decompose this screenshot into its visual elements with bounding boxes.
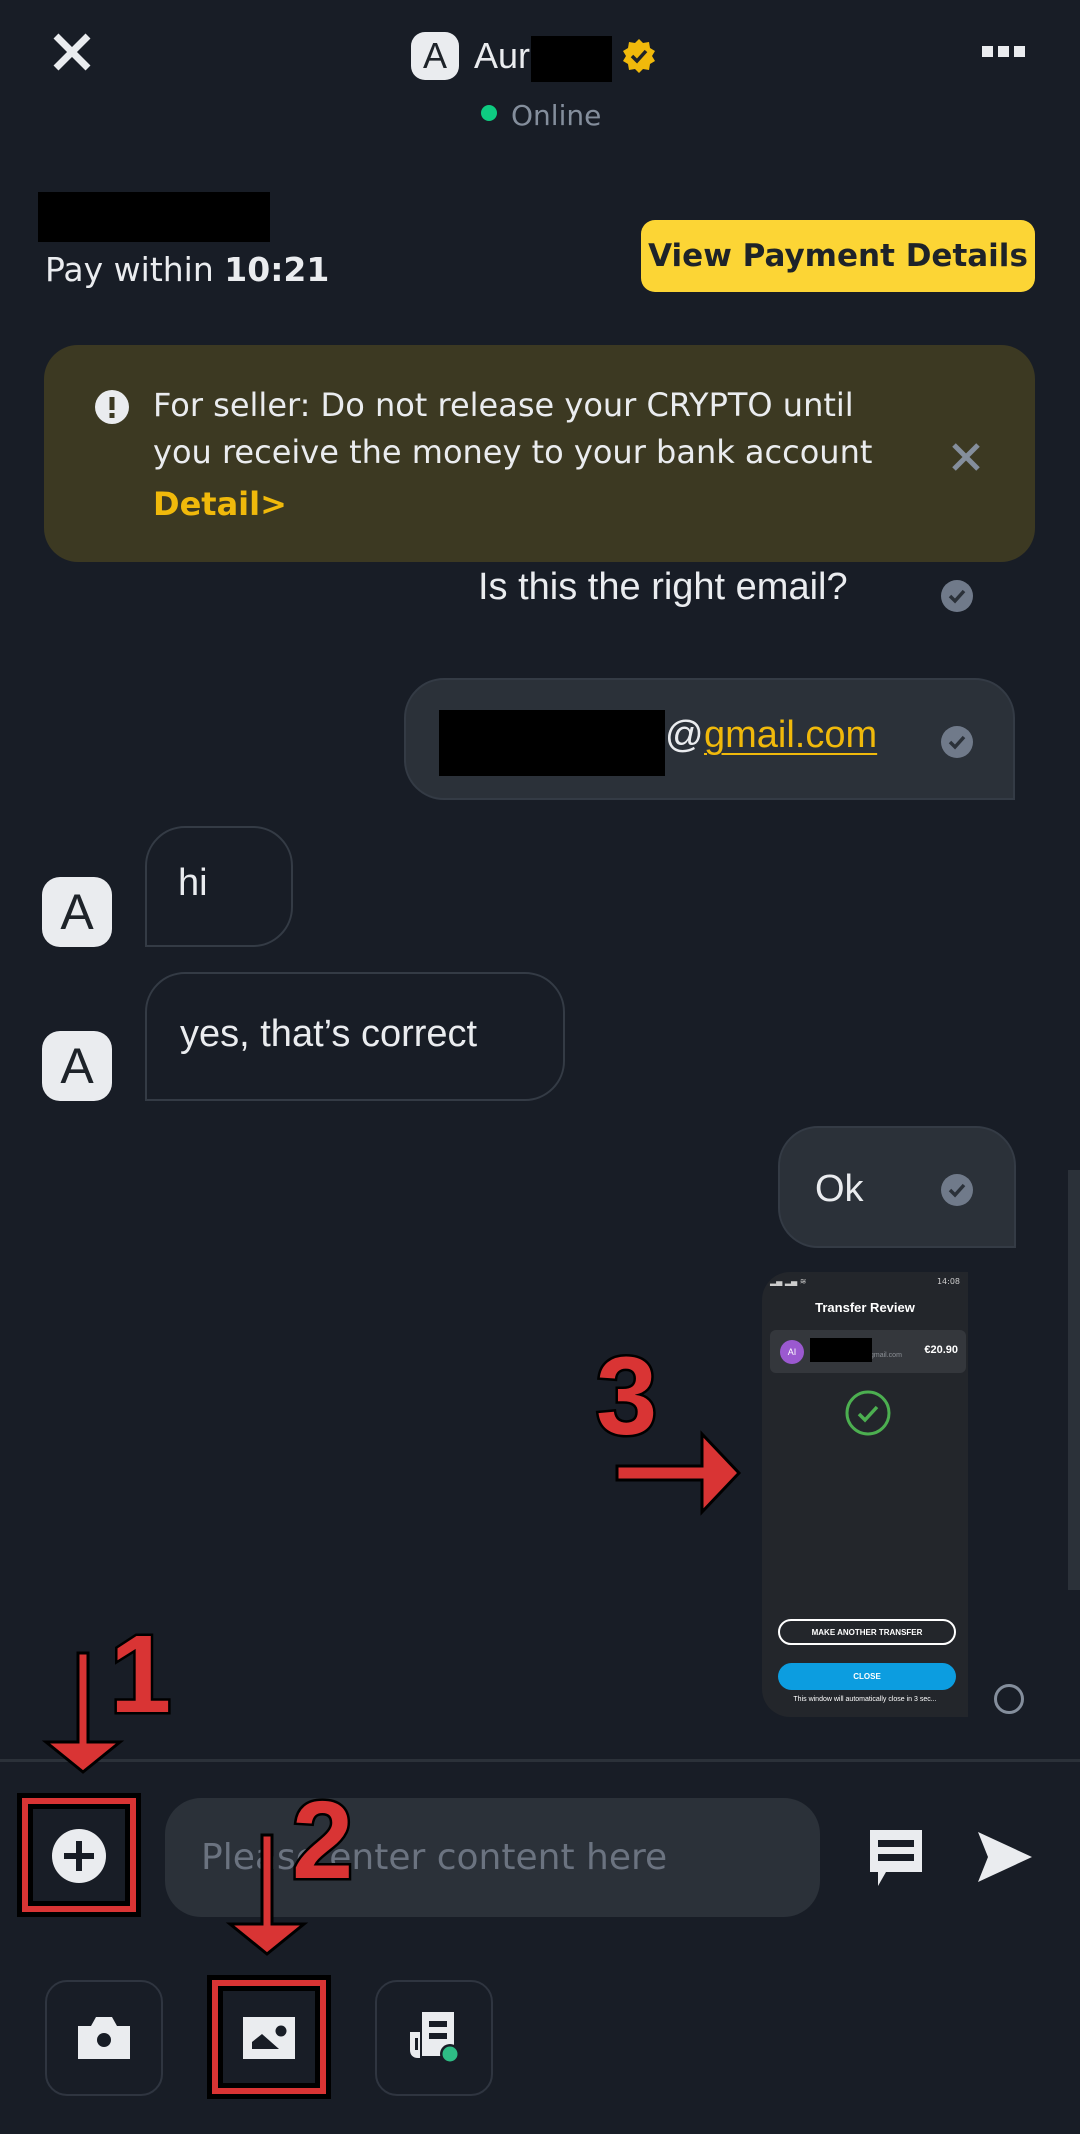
file-upload-button[interactable]	[375, 1980, 493, 2096]
quick-reply-button[interactable]	[868, 1828, 924, 1888]
sending-spinner-icon	[994, 1684, 1024, 1714]
close-icon	[952, 443, 980, 471]
close-icon	[53, 33, 91, 71]
message-bubble-incoming	[145, 826, 293, 947]
alert-icon	[95, 390, 129, 424]
warning-text: For seller: Do not release your CRYPTO u…	[153, 386, 873, 471]
message-text: yes, that’s correct	[180, 1013, 478, 1055]
more-button[interactable]	[982, 42, 1030, 60]
annotation-arrow-right-icon	[615, 1430, 742, 1516]
camera-button[interactable]	[45, 1980, 163, 2096]
make-another-transfer-button: MAKE ANOTHER TRANSFER	[778, 1619, 956, 1645]
annotation-arrow-down-icon	[225, 1833, 309, 1956]
read-check-icon	[941, 580, 973, 612]
warning-detail-link[interactable]: Detail>	[153, 481, 287, 528]
email-domain-link[interactable]: gmail.com	[704, 714, 877, 757]
annotation-arrow-down-icon	[41, 1651, 125, 1774]
message-text: Ok	[815, 1168, 864, 1210]
chat-icon	[870, 1830, 922, 1886]
image-message-transfer-screenshot[interactable]: ▂▄ ▂▄ ≋ 14:08 Transfer Review AI gmail.c…	[762, 1272, 968, 1717]
sender-avatar: A	[42, 877, 112, 947]
email-at-sign: @	[665, 714, 704, 756]
close-transfer-button: CLOSE	[778, 1663, 956, 1690]
view-payment-details-button[interactable]: View Payment Details	[641, 220, 1035, 292]
redacted-name	[531, 36, 612, 82]
screenshot-time: 14:08	[936, 1277, 960, 1286]
online-status-dot	[481, 105, 497, 121]
recipient-email: gmail.com	[870, 1352, 902, 1359]
redacted-order-info	[38, 192, 270, 242]
more-icon-dot	[998, 45, 1009, 57]
success-check-icon	[844, 1389, 892, 1437]
message-bubble-outgoing	[778, 1126, 1016, 1248]
message-text: Is this the right email?	[478, 566, 848, 608]
chat-scrollbar[interactable]	[1068, 1170, 1080, 1590]
sender-avatar: A	[42, 1031, 112, 1101]
online-status: Online	[511, 99, 602, 132]
annotation-box-plus	[17, 1793, 141, 1917]
more-icon-dot	[1014, 45, 1025, 57]
signal-icons: ▂▄ ▂▄ ≋	[770, 1277, 807, 1286]
countdown: 10:21	[224, 250, 330, 289]
recipient-avatar: AI	[780, 1340, 804, 1364]
message-text: hi	[178, 862, 208, 904]
file-icon	[410, 2012, 460, 2064]
redacted-email-user	[439, 710, 665, 776]
close-button[interactable]	[50, 30, 94, 74]
transfer-amount: €20.90	[924, 1344, 958, 1356]
dismiss-warning-button[interactable]	[946, 437, 986, 477]
read-check-icon	[941, 1174, 973, 1206]
counterparty-name: Aur	[474, 35, 531, 76]
verified-badge-icon	[621, 38, 657, 74]
read-check-icon	[941, 726, 973, 758]
counterparty-avatar: A	[411, 32, 459, 80]
pay-within-label: Pay within	[45, 250, 214, 289]
screenshot-status-bar: ▂▄ ▂▄ ≋ 14:08	[770, 1277, 960, 1286]
annotation-box-image	[207, 1975, 331, 2099]
screenshot-title: Transfer Review	[815, 1300, 915, 1315]
redacted-recipient	[810, 1338, 872, 1362]
more-icon	[982, 45, 993, 57]
send-button[interactable]	[976, 1830, 1034, 1884]
pay-within-timer: Pay within 10:21	[45, 248, 329, 292]
auto-close-note: This window will automatically close in …	[793, 1696, 937, 1703]
camera-icon	[78, 2017, 130, 2059]
screenshot-recipient-card: AI gmail.com €20.90	[770, 1330, 966, 1373]
send-icon	[978, 1832, 1032, 1882]
composer-divider	[0, 1759, 1080, 1762]
